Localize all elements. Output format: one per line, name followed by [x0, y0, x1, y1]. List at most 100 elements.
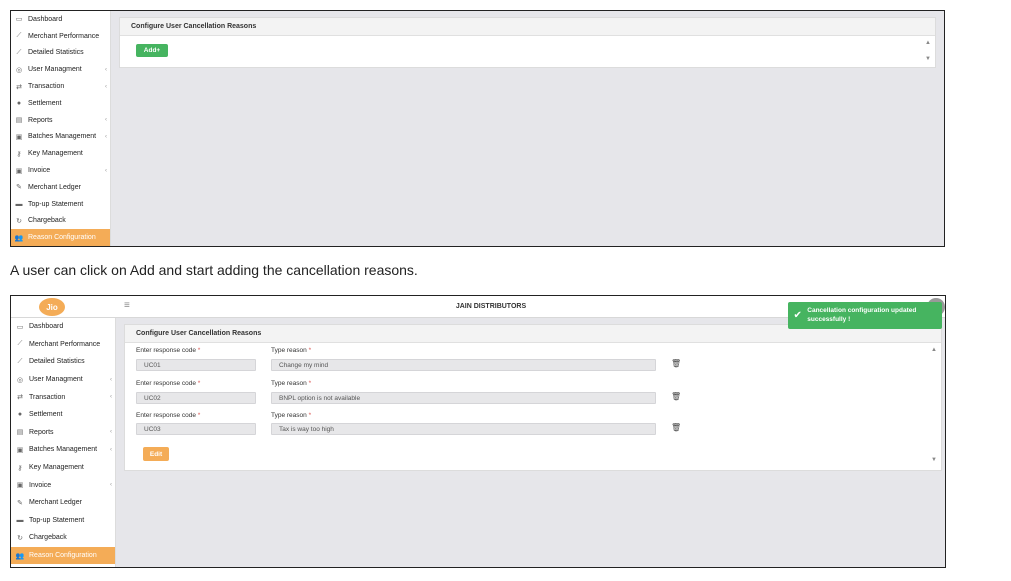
chevron-left-icon: ‹: [105, 66, 107, 73]
screenshot-filled-config: Jio ≡ JAIN DISTRIBUTORS ✔ Cancellation c…: [10, 295, 946, 568]
sidebar-item[interactable]: ▣ Invoice ‹: [11, 476, 115, 494]
reason-field[interactable]: Change my mind: [271, 359, 656, 371]
sidebar: ▭ Dashboard ⟋ Merchant Performance ⟋ Detailed…: [11, 11, 111, 246]
ledger-icon: ✎: [16, 184, 22, 192]
chevron-left-icon: ‹: [110, 376, 112, 383]
line-chart-icon: ⟋: [16, 48, 22, 56]
sidebar-item-label: Chargeback: [28, 217, 66, 225]
sidebar-item[interactable]: ⇄ Transaction ‹: [11, 78, 110, 95]
sidebar-item[interactable]: ▤ Reports ‹: [11, 112, 110, 129]
key-icon: ⚷: [17, 464, 23, 472]
sidebar-item-label: Top-up Statement: [28, 200, 84, 208]
trash-icon[interactable]: 🗑: [671, 423, 681, 432]
sidebar-item[interactable]: ● Settlement: [11, 406, 115, 424]
sidebar-item-label: Transaction: [28, 83, 65, 91]
sidebar-item-label: Reason Configuration: [29, 552, 97, 560]
chevron-left-icon: ‹: [105, 167, 107, 174]
sidebar: ▭ Dashboard ⟋ Merchant Performance ⟋ Detailed…: [11, 318, 116, 567]
sidebar-item[interactable]: ◎ User Managment ‹: [11, 371, 115, 389]
sidebar-item-label: Detailed Statistics: [29, 358, 85, 366]
sidebar-item[interactable]: ⟋ Merchant Performance: [11, 336, 115, 354]
scroll-down-icon[interactable]: ▼: [931, 457, 937, 463]
sidebar-item[interactable]: ▬ Top-up Statement: [11, 196, 110, 213]
sidebar-item-label: Reports: [29, 428, 54, 436]
sidebar-item[interactable]: ▣ Batches Management ‹: [11, 129, 110, 146]
chevron-left-icon: ‹: [110, 429, 112, 436]
sidebar-item[interactable]: ◎ User Managment ‹: [11, 61, 110, 78]
sidebar-item[interactable]: ↻ Chargeback: [11, 213, 110, 230]
sidebar-item-label: Invoice: [28, 167, 51, 175]
reason-label: Type reason *: [271, 347, 312, 354]
monitor-icon: ▭: [16, 323, 24, 331]
sidebar-item-label: User Managment: [29, 376, 83, 384]
report-icon: ▤: [16, 429, 24, 437]
success-toast: ✔ Cancellation configuration updated suc…: [788, 302, 942, 329]
sidebar-item[interactable]: ▤ Reports ‹: [11, 424, 115, 442]
line-chart-icon: ⟋: [17, 357, 23, 365]
batch-icon: ▣: [16, 446, 24, 454]
sidebar-item[interactable]: ▣ Invoice ‹: [11, 162, 110, 179]
statement-icon: ▬: [16, 516, 24, 524]
chevron-left-icon: ‹: [105, 117, 107, 124]
sidebar-item[interactable]: ▬ Top-up Statement: [11, 512, 115, 530]
line-chart-icon: ⟋: [16, 32, 22, 40]
code-label: Enter response code *: [136, 412, 201, 419]
response-code-field[interactable]: UC02: [136, 392, 256, 404]
sidebar-item[interactable]: ✎ Merchant Ledger: [11, 179, 110, 196]
response-code-field[interactable]: UC01: [136, 359, 256, 371]
sidebar-item[interactable]: ▭ Dashboard: [11, 11, 110, 28]
sidebar-item[interactable]: ● Settlement: [11, 95, 110, 112]
chevron-left-icon: ‹: [110, 394, 112, 401]
caption-text: A user can click on Add and start adding…: [10, 262, 418, 278]
line-chart-icon: ⟋: [17, 340, 23, 348]
sidebar-item[interactable]: ⇄ Transaction ‹: [11, 388, 115, 406]
reason-field[interactable]: BNPL option is not available: [271, 392, 656, 404]
jio-logo: Jio: [39, 298, 65, 316]
scroll-down-icon[interactable]: ▼: [925, 56, 931, 62]
invoice-icon: ▣: [16, 482, 24, 490]
brand-title: JAIN DISTRIBUTORS: [455, 303, 527, 310]
sidebar-item-label: Transaction: [29, 393, 66, 401]
sidebar-item-label: Batches Management: [29, 446, 98, 454]
user-circle-icon: ◎: [16, 376, 24, 384]
sidebar-item-label: User Managment: [28, 66, 82, 74]
response-code-field[interactable]: UC03: [136, 423, 256, 435]
sidebar-item[interactable]: ⟋ Merchant Performance: [11, 28, 110, 45]
sidebar-item[interactable]: ↻ Chargeback: [11, 529, 115, 547]
sidebar-item[interactable]: ▭ Dashboard: [11, 318, 115, 336]
report-icon: ▤: [15, 117, 23, 125]
sidebar-item[interactable]: ▣ Batches Management ‹: [11, 441, 115, 459]
scroll-up-icon[interactable]: ▲: [931, 347, 937, 353]
hamburger-menu-icon[interactable]: ≡: [124, 300, 130, 311]
sidebar-item[interactable]: ⟋ Detailed Statistics: [11, 45, 110, 62]
sidebar-item[interactable]: ⚷ Key Management: [11, 459, 115, 477]
edit-button[interactable]: Edit: [143, 447, 169, 461]
code-label: Enter response code *: [136, 380, 201, 387]
toast-message: Cancellation configuration updated succe…: [807, 307, 917, 323]
monitor-icon: ▭: [15, 16, 23, 24]
add-button[interactable]: Add+: [136, 44, 168, 57]
sidebar-item[interactable]: 👥 Reason Configuration: [11, 229, 110, 246]
sidebar-item-label: Invoice: [29, 481, 52, 489]
sidebar-item-label: Merchant Performance: [28, 32, 100, 40]
sidebar-list: ▭ Dashboard ⟋ Merchant Performance ⟋ Detailed…: [11, 318, 115, 565]
sidebar-item-label: Top-up Statement: [29, 516, 85, 524]
refresh-icon: ↻: [17, 534, 23, 542]
sidebar-item[interactable]: ⚷ Key Management: [11, 145, 110, 162]
batch-icon: ▣: [15, 133, 23, 141]
reason-field[interactable]: Tax is way too high: [271, 423, 656, 435]
config-panel: Configure User Cancellation Reasons Add+…: [119, 17, 936, 68]
exchange-icon: ⇄: [16, 83, 22, 91]
sidebar-item[interactable]: 👥 Reason Configuration: [11, 546, 115, 565]
statement-icon: ▬: [15, 200, 23, 208]
sidebar-item[interactable]: ✎ Merchant Ledger: [11, 494, 115, 512]
panel-title: Configure User Cancellation Reasons: [120, 18, 935, 36]
sidebar-item[interactable]: ⟋ Detailed Statistics: [11, 353, 115, 371]
user-circle-icon: ◎: [15, 66, 23, 74]
exchange-icon: ⇄: [17, 394, 23, 402]
trash-icon[interactable]: 🗑: [671, 392, 681, 401]
scroll-up-icon[interactable]: ▲: [925, 40, 931, 46]
chevron-left-icon: ‹: [110, 446, 112, 453]
chevron-left-icon: ‹: [110, 482, 112, 489]
trash-icon[interactable]: 🗑: [671, 359, 681, 368]
